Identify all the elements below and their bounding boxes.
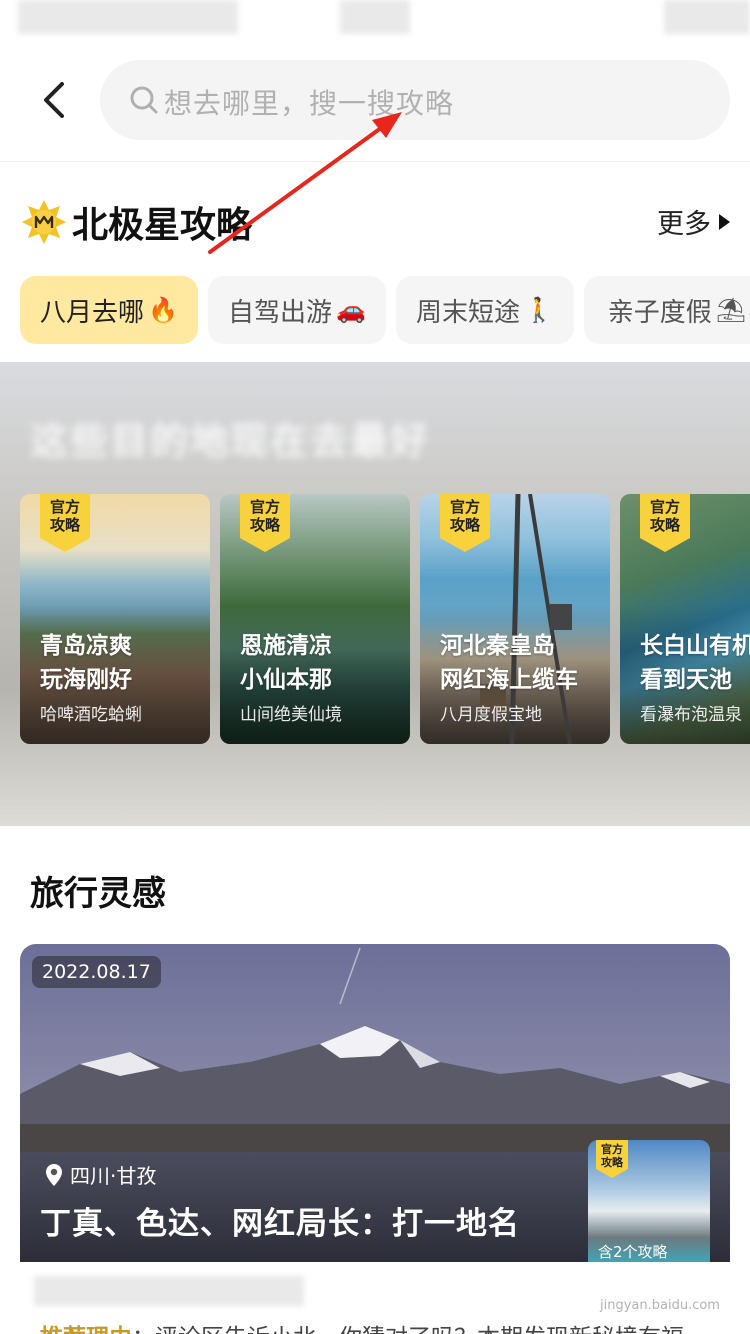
search-icon (130, 86, 158, 114)
blurred-status-left (18, 0, 238, 34)
card-subtitle: 山间绝美仙境 (240, 705, 342, 725)
banner-title: 这些目的地现在去最好 (30, 419, 431, 463)
destination-card-enshi[interactable]: 官方 攻略 恩施清凉 小仙本那 山间绝美仙境 (220, 494, 410, 744)
official-guide-badge: 官方 攻略 (449, 498, 480, 534)
tab-label: 周末短途 (416, 297, 521, 328)
official-guide-badge: 官方 攻略 (649, 498, 680, 534)
guide-section: 北极星攻略 更多 八月去哪 🔥 自驾出游 🚗 周末短途 🚶 亲子度假 ⛱ (0, 162, 750, 362)
more-link[interactable]: 更多 (657, 202, 730, 241)
destination-card-changbaishan[interactable]: 官方 攻略 长白山有机 看到天池 看瀑布泡温泉 (620, 494, 750, 744)
location-label: 四川·甘孜 (44, 1160, 156, 1189)
official-guide-badge: 官方 攻略 (49, 498, 80, 534)
back-button[interactable] (34, 78, 78, 122)
card-subtitle: 哈啤酒吃蛤蜊 (40, 705, 142, 725)
card-title-line1: 青岛凉爽 (40, 633, 132, 659)
destination-banner: 这些目的地现在去最好 官方 攻略 青岛凉爽 玩海刚好 哈啤酒吃蛤蜊 官方 攻略 恩施… (0, 362, 750, 826)
inspiration-card-title: 丁真、色达、网红局长：打一地名 (40, 1206, 520, 1242)
fire-icon: 🔥 (148, 296, 178, 324)
blurred-status-right (664, 0, 750, 34)
location-text: 四川·甘孜 (70, 1164, 157, 1188)
tab-label: 自驾出游 (228, 297, 333, 328)
blurred-status-center (340, 0, 410, 34)
tab-road-trip[interactable]: 自驾出游 🚗 (208, 276, 386, 344)
north-star-logo-icon (22, 200, 66, 244)
card-subtitle: 看瀑布泡温泉 (640, 705, 742, 725)
chevron-left-icon (44, 82, 64, 118)
car-icon: 🚗 (336, 296, 366, 324)
status-bar (0, 0, 750, 40)
tab-label: 八月去哪 (40, 297, 145, 328)
card-title-line2: 玩海刚好 (40, 667, 132, 693)
card-title-line2: 小仙本那 (240, 667, 332, 693)
beach-umbrella-icon: ⛱ (715, 296, 747, 324)
search-header: 想去哪里，搜一搜攻略 (0, 40, 750, 162)
guide-tabs: 八月去哪 🔥 自驾出游 🚗 周末短途 🚶 亲子度假 ⛱ (20, 276, 750, 344)
card-title-line1: 河北秦皇岛 (440, 633, 555, 659)
reason-text: ：评论区告诉小北，你猜对了吗？本期发现新秘境有福 (132, 1325, 684, 1334)
tab-weekend-trip[interactable]: 周末短途 🚶 (396, 276, 574, 344)
caret-right-icon (719, 213, 730, 230)
destination-card-qingdao[interactable]: 官方 攻略 青岛凉爽 玩海刚好 哈啤酒吃蛤蜊 (20, 494, 210, 744)
card-title-line1: 恩施清凉 (240, 633, 332, 659)
card-title-line1: 长白山有机 (640, 633, 750, 659)
tab-family-vacation[interactable]: 亲子度假 ⛱ (584, 276, 750, 344)
destination-card-qinhuangdao[interactable]: 官方 攻略 河北秦皇岛 网红海上缆车 八月度假宝地 (420, 494, 610, 744)
guide-count: 含2个攻略 (598, 1243, 668, 1261)
date-badge: 2022.08.17 (32, 956, 161, 988)
card-title-line2: 看到天池 (640, 667, 732, 693)
baidu-watermark: Baidu 经验 (596, 1268, 741, 1298)
location-pin-icon (46, 1163, 62, 1186)
official-guide-badge: 官方 攻略 (249, 498, 280, 534)
tab-august[interactable]: 八月去哪 🔥 (20, 276, 198, 344)
search-placeholder: 想去哪里，搜一搜攻略 (164, 87, 455, 120)
more-label: 更多 (657, 209, 711, 240)
recommend-reason: 推荐理由：评论区告诉小北，你猜对了吗？本期发现新秘境有福 (40, 1318, 684, 1334)
card-title-line2: 网红海上缆车 (440, 667, 578, 693)
search-input[interactable]: 想去哪里，搜一搜攻略 (100, 60, 730, 140)
guide-title: 北极星攻略 (72, 205, 253, 246)
baidu-watermark-url: jingyan.baidu.com (600, 1298, 720, 1313)
card-subtitle: 八月度假宝地 (440, 705, 542, 725)
reason-label: 推荐理由 (40, 1325, 132, 1334)
inspiration-title: 旅行灵感 (30, 874, 166, 914)
page: 想去哪里，搜一搜攻略 北极星攻略 更多 八月去哪 🔥 自驾出游 🚗 周末短途 🚶… (0, 0, 750, 1334)
blurred-author (34, 1276, 304, 1306)
walking-person-icon: 🚶 (524, 296, 554, 324)
tab-label: 亲子度假 (607, 297, 712, 328)
thumb-official-badge: 官方 攻略 (601, 1143, 623, 1169)
